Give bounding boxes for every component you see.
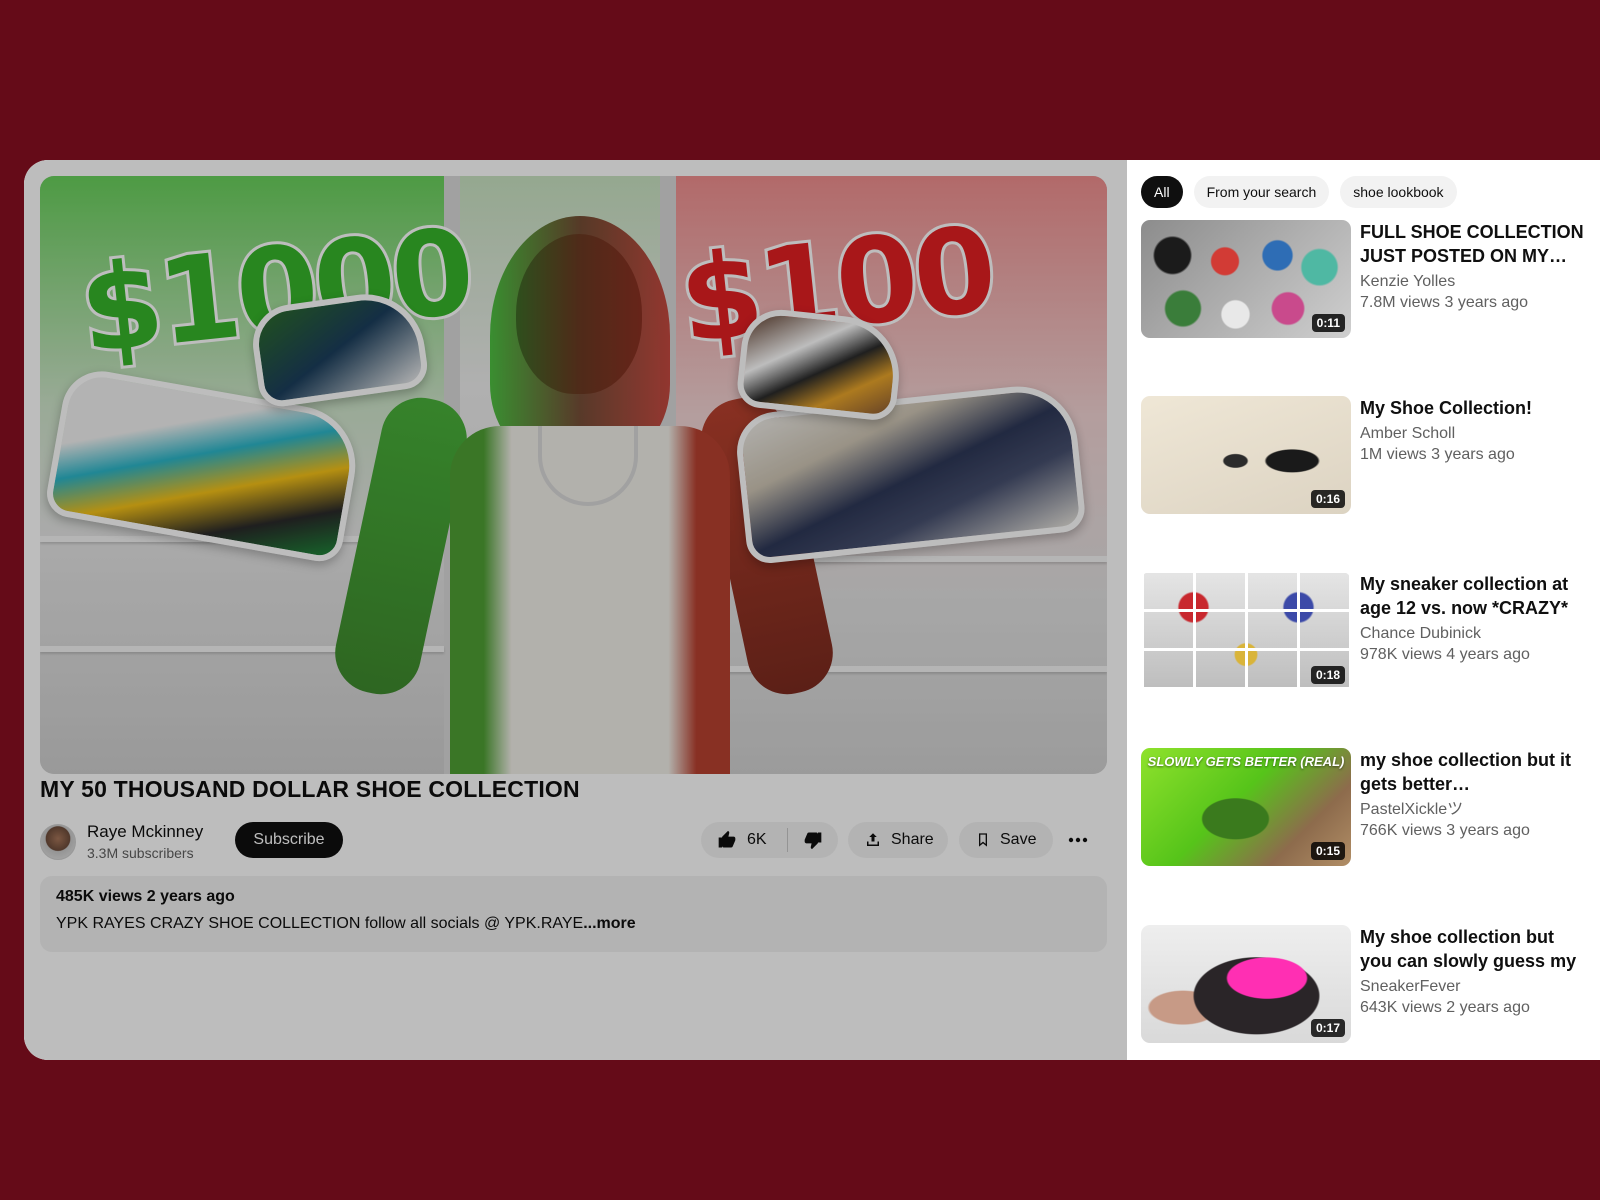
- share-button[interactable]: Share: [848, 822, 948, 858]
- recommendation-item[interactable]: SLOWLY GETS BETTER (REAL) 0:15 my shoe c…: [1141, 748, 1586, 866]
- dislike-button[interactable]: [788, 822, 838, 858]
- like-button[interactable]: 6K: [701, 822, 787, 858]
- description-box[interactable]: 485K views 2 years ago YPK RAYES CRAZY S…: [40, 876, 1107, 952]
- video-thumbnail[interactable]: 0:11: [1141, 220, 1351, 338]
- duration-badge: 0:16: [1310, 490, 1345, 508]
- duration-badge: 0:15: [1310, 842, 1345, 860]
- chip-shoe-lookbook[interactable]: shoe lookbook: [1340, 176, 1457, 208]
- recommendation-title[interactable]: my shoe collection but it gets better…: [1360, 748, 1586, 796]
- view-stats: 485K views 2 years ago: [56, 888, 235, 905]
- recommendation-stats: 766K views 3 years ago: [1360, 822, 1530, 839]
- video-thumbnail[interactable]: 0:16: [1141, 396, 1351, 514]
- recommendation-item[interactable]: 0:16 My Shoe Collection! Amber Scholl 1M…: [1141, 396, 1586, 514]
- recommendation-stats: 1M views 3 years ago: [1360, 446, 1515, 463]
- recommendation-info: My Shoe Collection! Amber Scholl 1M view…: [1360, 396, 1586, 466]
- channel-avatar[interactable]: [40, 824, 76, 860]
- duration-badge: 0:11: [1311, 314, 1345, 332]
- person-head: [516, 234, 642, 394]
- recommendation-item[interactable]: 0:18 My sneaker collection at age 12 vs.…: [1141, 572, 1586, 690]
- recommendation-stats: 643K views 2 years ago: [1360, 999, 1530, 1016]
- recommendation-stats: 978K views 4 years ago: [1360, 646, 1530, 663]
- thumbs-down-icon: [804, 832, 822, 850]
- description-body: YPK RAYES CRAZY SHOE COLLECTION follow a…: [56, 915, 584, 932]
- recommendation-item[interactable]: 0:11 FULL SHOE COLLECTION JUST POSTED ON…: [1141, 220, 1586, 338]
- channel-name[interactable]: Raye Mckinney: [87, 822, 203, 842]
- save-label: Save: [1000, 831, 1037, 848]
- video-thumbnail[interactable]: 0:17: [1141, 925, 1351, 1043]
- recommendation-item[interactable]: 0:17 My shoe collection but you can slow…: [1141, 925, 1586, 1043]
- like-dislike-group: 6K: [701, 822, 838, 858]
- video-thumbnail[interactable]: SLOWLY GETS BETTER (REAL) 0:15: [1141, 748, 1351, 866]
- filter-chips: All From your search shoe lookbook: [1141, 176, 1457, 208]
- video-title: MY 50 THOUSAND DOLLAR SHOE COLLECTION: [40, 776, 580, 802]
- bookmark-icon: [979, 833, 987, 847]
- share-label: Share: [891, 831, 934, 848]
- subscribe-button[interactable]: Subscribe: [235, 822, 343, 858]
- recommendation-channel[interactable]: Amber Scholl: [1360, 424, 1586, 444]
- recommendation-stats: 7.8M views 3 years ago: [1360, 294, 1529, 311]
- thumbnail-caption: SLOWLY GETS BETTER (REAL): [1147, 754, 1345, 769]
- thumbs-up-icon: [718, 830, 736, 848]
- recommendation-channel[interactable]: SneakerFever: [1360, 977, 1586, 997]
- recommendation-channel[interactable]: Chance Dubinick: [1360, 624, 1586, 644]
- save-button[interactable]: Save: [959, 822, 1053, 858]
- more-actions-button[interactable]: [1060, 822, 1096, 858]
- like-count: 6K: [747, 831, 767, 848]
- watch-pane: $1000 $100 MY 50 THOUSAND DOLLAR SHOE CO…: [24, 160, 1127, 1060]
- recommendation-channel[interactable]: PastelXickleツ: [1360, 800, 1586, 820]
- chip-all[interactable]: All: [1141, 176, 1183, 208]
- app-window: $1000 $100 MY 50 THOUSAND DOLLAR SHOE CO…: [24, 160, 1600, 1060]
- recommendations-sidebar: All From your search shoe lookbook 0:11 …: [1127, 160, 1600, 1060]
- chip-from-your-search[interactable]: From your search: [1193, 176, 1330, 208]
- recommendation-title[interactable]: My shoe collection but you can slowly gu…: [1360, 925, 1586, 973]
- recommendation-info: My shoe collection but you can slowly gu…: [1360, 925, 1586, 1019]
- subscriber-count: 3.3M subscribers: [87, 845, 194, 861]
- share-icon: [867, 833, 879, 846]
- recommendation-title[interactable]: My sneaker collection at age 12 vs. now …: [1360, 572, 1586, 620]
- description-text: YPK RAYES CRAZY SHOE COLLECTION follow a…: [56, 915, 1091, 933]
- more-dots-icon: [1068, 837, 1088, 843]
- recommendation-info: my shoe collection but it gets better… P…: [1360, 748, 1586, 842]
- recommendation-info: FULL SHOE COLLECTION JUST POSTED ON MY… …: [1360, 220, 1586, 314]
- duration-badge: 0:18: [1310, 666, 1345, 684]
- channel-row: Raye Mckinney 3.3M subscribers Subscribe…: [40, 820, 1107, 864]
- recommendation-title[interactable]: FULL SHOE COLLECTION JUST POSTED ON MY…: [1360, 220, 1586, 268]
- shelf: [676, 666, 1107, 672]
- video-player[interactable]: $1000 $100: [40, 176, 1107, 774]
- video-thumbnail[interactable]: 0:18: [1141, 572, 1351, 690]
- show-more-link[interactable]: ...more: [583, 915, 635, 932]
- recommendation-title[interactable]: My Shoe Collection!: [1360, 396, 1586, 420]
- recommendation-info: My sneaker collection at age 12 vs. now …: [1360, 572, 1586, 666]
- recommendation-channel[interactable]: Kenzie Yolles: [1360, 272, 1586, 292]
- duration-badge: 0:17: [1310, 1019, 1345, 1037]
